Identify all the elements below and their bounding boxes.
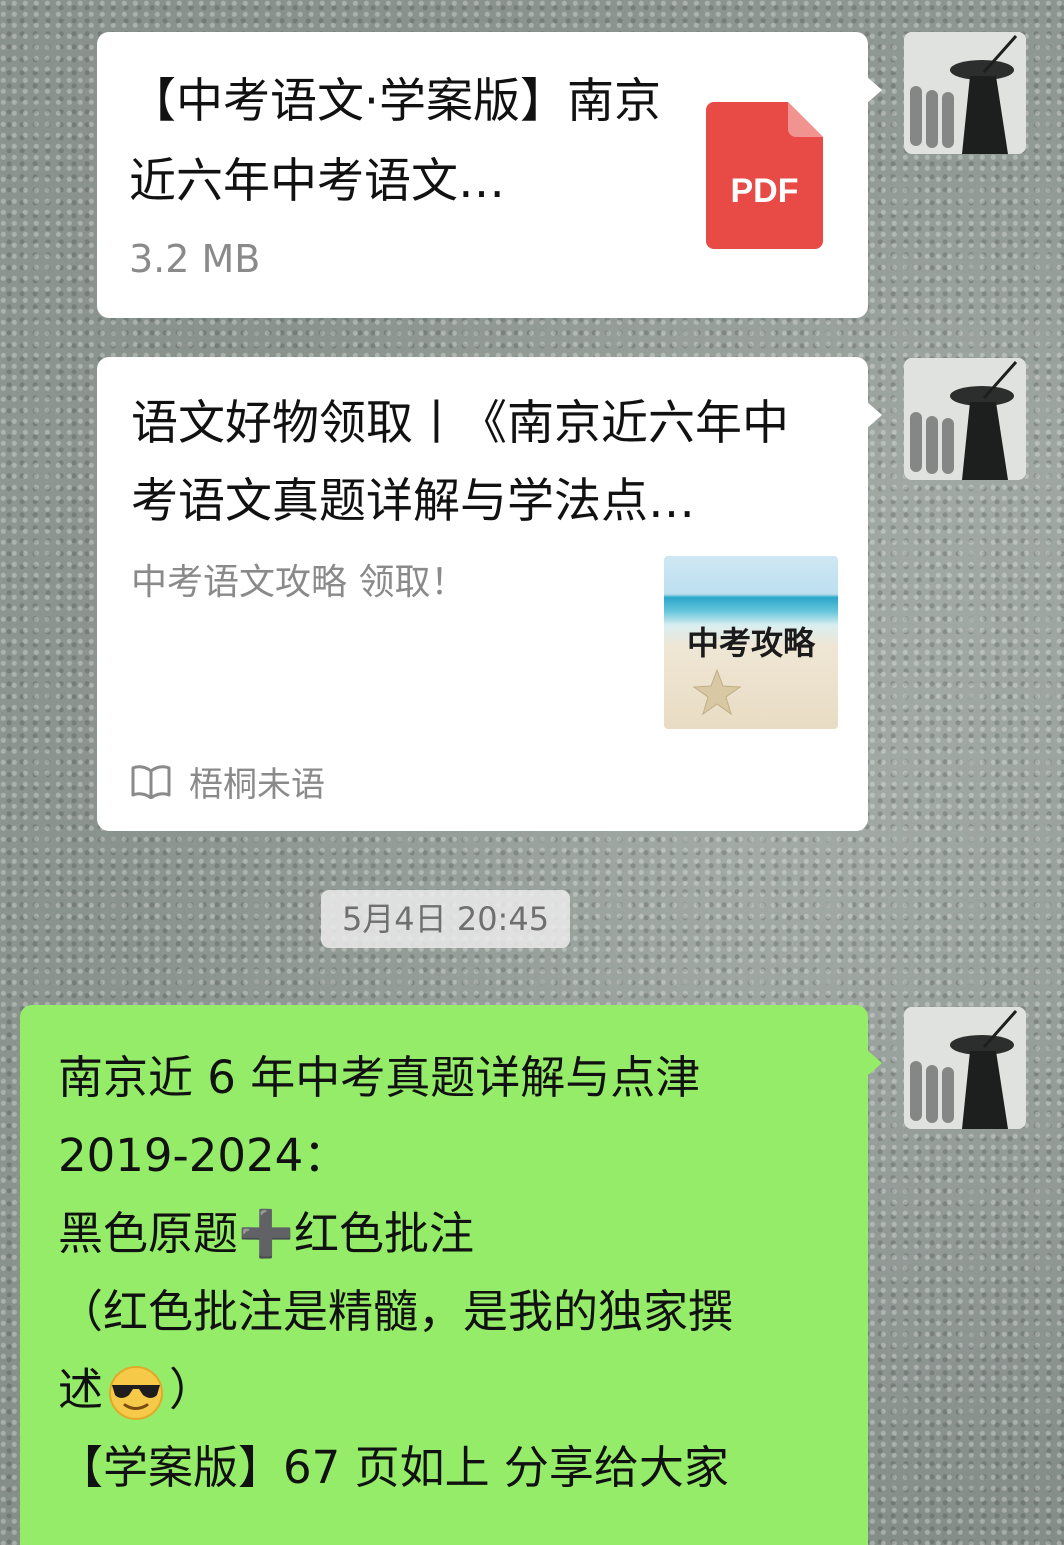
file-message-bubble[interactable]: 【中考语文·学案版】南京近六年中考语文… 3.2 MB PDF [97,32,882,318]
article-title: 语文好物领取丨《南京近六年中考语文真题详解与学法点… [131,396,789,529]
source-name: 梧桐未语 [189,765,325,805]
avatar-image [904,358,1026,480]
message-line: 【学案版】67 页如上 分享给大家 [58,1441,729,1494]
article-message-bubble[interactable]: 语文好物领取丨《南京近六年中考语文真题详解与学法点… 中考语文攻略 领取！ 中考… [97,357,882,831]
book-icon [131,764,171,799]
thumbnail-text: 中考攻略 [686,624,815,662]
message-text: ） [169,1363,215,1416]
pdf-icon-label: PDF [730,172,799,210]
sunglasses-emoji-icon [103,1365,169,1421]
file-title: 【中考语文·学案版】南京近六年中考语文… [129,74,661,209]
message-line: （红色批注是精髓，是我的独家撰 [58,1285,734,1338]
article-description: 中考语文攻略 领取！ [131,562,467,603]
message-timestamp: 5月4日 20:45 [321,890,570,948]
file-size: 3.2 MB [129,237,261,281]
message-line: 南京近 6 年中考真题详解与点津 [58,1051,701,1104]
avatar-image [904,32,1026,154]
sender-avatar[interactable] [904,1007,1026,1129]
article-source: 梧桐未语 [131,757,325,806]
sender-avatar[interactable] [904,358,1026,480]
avatar-image [904,1007,1026,1129]
message-text: 述 [58,1363,104,1416]
sender-avatar[interactable] [904,32,1026,154]
message-line: 黑色原题➕红色批注 [58,1207,475,1260]
message-line-with-emoji: 述 ） [58,1353,214,1421]
pdf-file-icon: PDF [706,102,823,249]
message-line: 2019-2024： [58,1129,349,1182]
starfish-icon [692,668,742,716]
text-message-bubble[interactable]: 南京近 6 年中考真题详解与点津 2019-2024： 黑色原题➕红色批注 （红… [20,1005,882,1545]
article-thumbnail: 中考攻略 [664,556,838,729]
